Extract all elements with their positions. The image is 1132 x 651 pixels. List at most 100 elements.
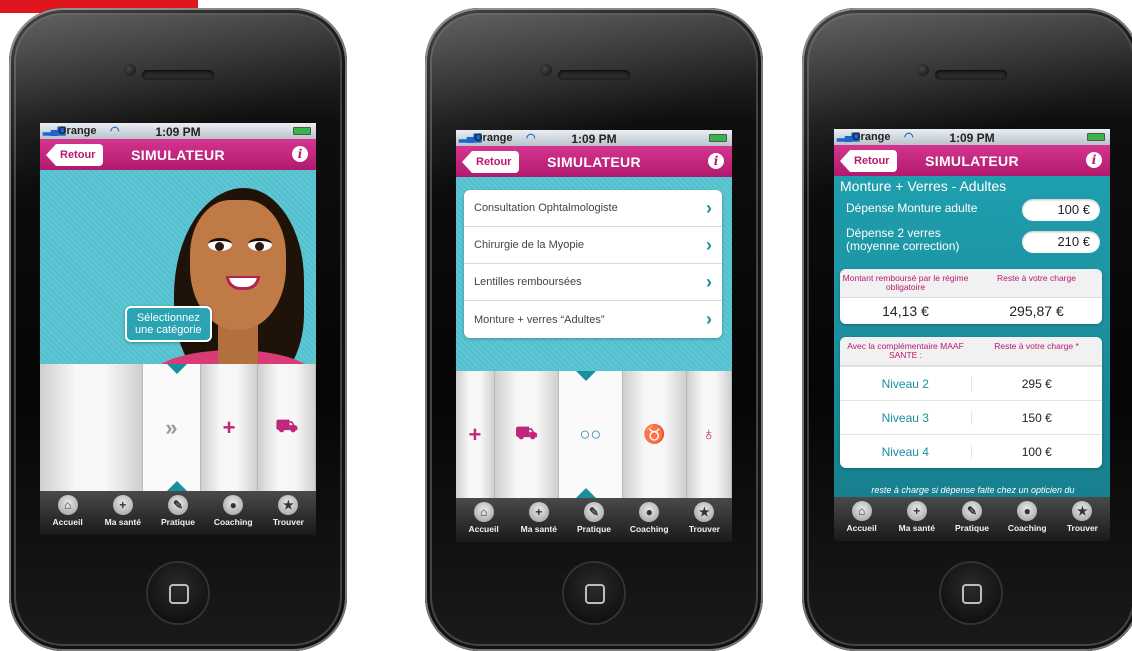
- page-title: SIMULATEUR: [547, 154, 641, 170]
- selection-marker-top: [576, 371, 596, 381]
- battery-icon: [293, 127, 311, 135]
- navbar: Retour SIMULATEUR i: [456, 146, 732, 177]
- carousel-ambulance-icon[interactable]: ⛟: [258, 364, 316, 491]
- screen-simulation-result: ▂▄▆ Orange ◠ 1:09 PM Retour SIMULATEUR i…: [834, 129, 1110, 541]
- tab-ma-sante[interactable]: + Ma santé: [511, 498, 566, 542]
- level-name: Niveau 4: [881, 444, 929, 459]
- footnote: reste à charge si dépense faite chez un …: [871, 485, 1075, 495]
- tab-trouver[interactable]: ★ Trouver: [1055, 497, 1110, 541]
- complementaire-card: Avec la complémentaire MAAF SANTE : Rest…: [840, 337, 1102, 468]
- category-carousel[interactable]: + ⛟ ○○ ♉ ♁: [456, 371, 732, 498]
- speaker-grille: [142, 70, 214, 80]
- phone-frame-3: ▂▄▆ Orange ◠ 1:09 PM Retour SIMULATEUR i…: [802, 8, 1132, 651]
- status-bar: ▂▄▆ Orange ◠ 1:09 PM: [456, 130, 732, 146]
- tab-accueil[interactable]: ⌂ Accueil: [456, 498, 511, 542]
- pen-icon: ✎: [584, 502, 604, 522]
- tab-accueil[interactable]: ⌂ Accueil: [40, 491, 95, 535]
- level-amount: 295 €: [970, 376, 1103, 391]
- col-header-reste: Reste à votre charge: [997, 273, 1076, 283]
- tab-coaching[interactable]: ● Coaching: [206, 491, 261, 535]
- tab-label: Trouver: [1066, 523, 1098, 533]
- depense-verres-label-2: (moyenne correction): [846, 239, 960, 253]
- screen-categories: ▂▄▆ Orange ◠ 1:09 PM Retour SIMULATEUR i…: [456, 130, 732, 542]
- depense-monture-field[interactable]: 100 €: [1022, 199, 1100, 221]
- carousel-ambulance-icon[interactable]: ⛟: [494, 371, 559, 498]
- illustration-area: Sélectionnez une catégorie: [40, 170, 316, 410]
- clock: 1:09 PM: [155, 125, 201, 139]
- tab-label: Ma santé: [520, 524, 557, 534]
- tab-pratique[interactable]: ✎ Pratique: [150, 491, 205, 535]
- tab-pratique[interactable]: ✎ Pratique: [944, 497, 999, 541]
- carousel-health-plus-icon[interactable]: +: [456, 371, 495, 498]
- status-bar: ▂▄▆ Orange ◠ 1:09 PM: [834, 129, 1110, 145]
- camera-icon: [917, 64, 929, 76]
- list-item-label: Chirurgie de la Myopie: [474, 239, 585, 251]
- clock: 1:09 PM: [571, 132, 617, 146]
- carousel-stethoscope-icon[interactable]: ♁: [686, 371, 732, 498]
- tab-label: Pratique: [955, 523, 990, 533]
- tab-label: Accueil: [468, 524, 499, 534]
- battery-icon: [709, 134, 727, 142]
- home-icon: ⌂: [851, 501, 872, 521]
- plus-icon: +: [906, 501, 927, 521]
- list-item-label: Lentilles remboursées: [474, 276, 582, 288]
- carousel-tooth-icon[interactable]: ♉: [622, 371, 687, 498]
- list-item-consultation[interactable]: Consultation Ophtalmologiste ›: [464, 190, 722, 227]
- list-item-label: Monture + verres “Adultes”: [474, 313, 605, 326]
- screen-home: ▂▄▆ Orange ◠ 1:09 PM Retour SIMULATEUR i…: [40, 123, 316, 535]
- status-bar: ▂▄▆ Orange ◠ 1:09 PM: [40, 123, 316, 139]
- carousel-health-plus-icon[interactable]: +: [200, 364, 259, 491]
- home-button[interactable]: [564, 563, 624, 623]
- tab-coaching[interactable]: ● Coaching: [622, 498, 677, 542]
- info-icon[interactable]: i: [1086, 152, 1102, 168]
- speech-bubble-icon: ●: [639, 502, 660, 522]
- level-amount: 150 €: [970, 410, 1103, 425]
- list-item-monture[interactable]: Monture + verres “Adultes” ›: [464, 301, 722, 338]
- info-icon[interactable]: i: [292, 146, 308, 162]
- tab-label: Trouver: [272, 517, 304, 527]
- page-title: SIMULATEUR: [131, 147, 225, 163]
- list-item-lentilles[interactable]: Lentilles remboursées ›: [464, 264, 722, 301]
- page-title: SIMULATEUR: [925, 153, 1019, 169]
- carousel-glasses-icon[interactable]: ○○: [558, 371, 623, 498]
- speaker-grille: [558, 70, 630, 80]
- reste-charge-value: 295,87 €: [1009, 303, 1064, 319]
- list-item-label: Consultation Ophtalmologiste: [474, 202, 618, 214]
- tab-coaching[interactable]: ● Coaching: [1000, 497, 1055, 541]
- carousel-more-icon[interactable]: »: [143, 364, 201, 491]
- tab-ma-sante[interactable]: + Ma santé: [95, 491, 150, 535]
- tab-trouver[interactable]: ★ Trouver: [261, 491, 316, 535]
- level-name: Niveau 3: [881, 410, 929, 425]
- depense-monture-label: Dépense Monture adulte: [846, 201, 978, 215]
- carousel-empty-cell: [40, 364, 143, 491]
- depense-verres-field[interactable]: 210 €: [1022, 231, 1100, 253]
- phone-frame-2: ▂▄▆ Orange ◠ 1:09 PM Retour SIMULATEUR i…: [425, 8, 763, 651]
- tab-ma-sante[interactable]: + Ma santé: [889, 497, 944, 541]
- pen-icon: ✎: [168, 495, 188, 515]
- camera-icon: [540, 64, 552, 76]
- speaker-grille: [935, 70, 1007, 80]
- tab-trouver[interactable]: ★ Trouver: [677, 498, 732, 542]
- tab-label: Coaching: [213, 517, 253, 527]
- tab-bar: ⌂ Accueil + Ma santé ✎ Pratique ● Coaching ★…: [456, 498, 732, 542]
- category-list: Consultation Ophtalmologiste › Chirurgie…: [464, 190, 722, 338]
- selection-marker-bottom: [576, 488, 596, 498]
- list-item-chirurgie[interactable]: Chirurgie de la Myopie ›: [464, 227, 722, 264]
- simulation-title: Monture + Verres - Adultes: [840, 178, 1007, 194]
- montant-rembourse-value: 14,13 €: [882, 303, 929, 319]
- category-carousel[interactable]: » + ⛟: [40, 364, 316, 491]
- selection-marker-bottom: [167, 481, 187, 491]
- home-icon: ⌂: [57, 495, 78, 515]
- home-button[interactable]: [941, 563, 1001, 623]
- select-category-bubble: Sélectionnez une catégorie: [125, 306, 212, 342]
- home-button[interactable]: [148, 563, 208, 623]
- plus-icon: +: [112, 495, 133, 515]
- tab-pratique[interactable]: ✎ Pratique: [566, 498, 621, 542]
- tab-accueil[interactable]: ⌂ Accueil: [834, 497, 889, 541]
- selection-marker-top: [167, 364, 187, 374]
- bubble-line-2: une catégorie: [135, 324, 202, 336]
- chevron-right-icon: ›: [706, 271, 712, 292]
- star-icon: ★: [1072, 501, 1093, 521]
- info-icon[interactable]: i: [708, 153, 724, 169]
- level-name: Niveau 2: [881, 376, 929, 391]
